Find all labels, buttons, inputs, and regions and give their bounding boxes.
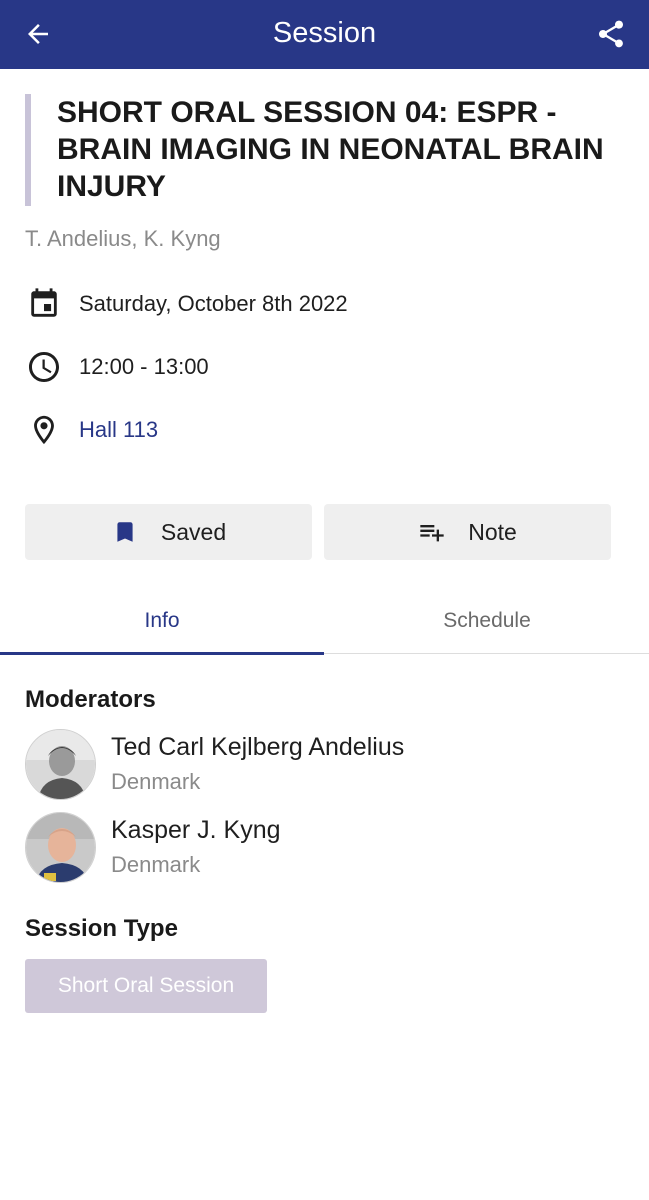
session-type-heading: Session Type	[25, 915, 178, 942]
note-button[interactable]: Note	[324, 504, 611, 560]
time-row: 12:00 - 13:00	[25, 347, 209, 387]
session-type-badge[interactable]: Short Oral Session	[25, 959, 267, 1013]
moderator-item[interactable]: Ted Carl Kejlberg Andelius Denmark	[25, 729, 625, 801]
calendar-icon	[25, 285, 63, 323]
tab-schedule[interactable]: Schedule	[325, 588, 649, 654]
session-location-link[interactable]: Hall 113	[79, 417, 158, 443]
moderator-country: Denmark	[111, 852, 201, 877]
app-bar: Session	[0, 0, 649, 69]
share-icon	[599, 20, 623, 48]
playlist-add-icon	[418, 518, 446, 546]
moderator-country: Denmark	[111, 769, 201, 794]
note-button-label: Note	[468, 518, 517, 545]
location-row[interactable]: Hall 113	[25, 410, 158, 450]
saved-button-label: Saved	[160, 518, 227, 545]
page-title: Session	[272, 17, 377, 49]
date-row: Saturday, October 8th 2022	[25, 284, 348, 324]
title-accent-bar	[25, 94, 31, 206]
session-authors: T. Andelius, K. Kyng	[25, 226, 221, 251]
moderator-item[interactable]: Kasper J. Kyng Denmark	[25, 812, 625, 884]
location-pin-icon	[25, 411, 63, 449]
tab-bar: Info Schedule	[0, 588, 649, 655]
moderator-name: Ted Carl Kejlberg Andelius	[111, 733, 405, 761]
clock-icon	[25, 348, 63, 386]
moderators-heading: Moderators	[25, 686, 156, 713]
moderator-name: Kasper J. Kyng	[111, 816, 281, 844]
session-time: 12:00 - 13:00	[79, 354, 209, 379]
tab-info[interactable]: Info	[0, 588, 324, 655]
session-title: SHORT ORAL SESSION 04: ESPR - BRAIN IMAG…	[57, 96, 604, 203]
share-button[interactable]	[593, 15, 629, 53]
session-date: Saturday, October 8th 2022	[79, 291, 348, 316]
saved-button[interactable]: Saved	[25, 504, 312, 560]
bookmark-icon	[111, 518, 139, 546]
avatar	[25, 729, 96, 800]
avatar	[25, 812, 96, 883]
